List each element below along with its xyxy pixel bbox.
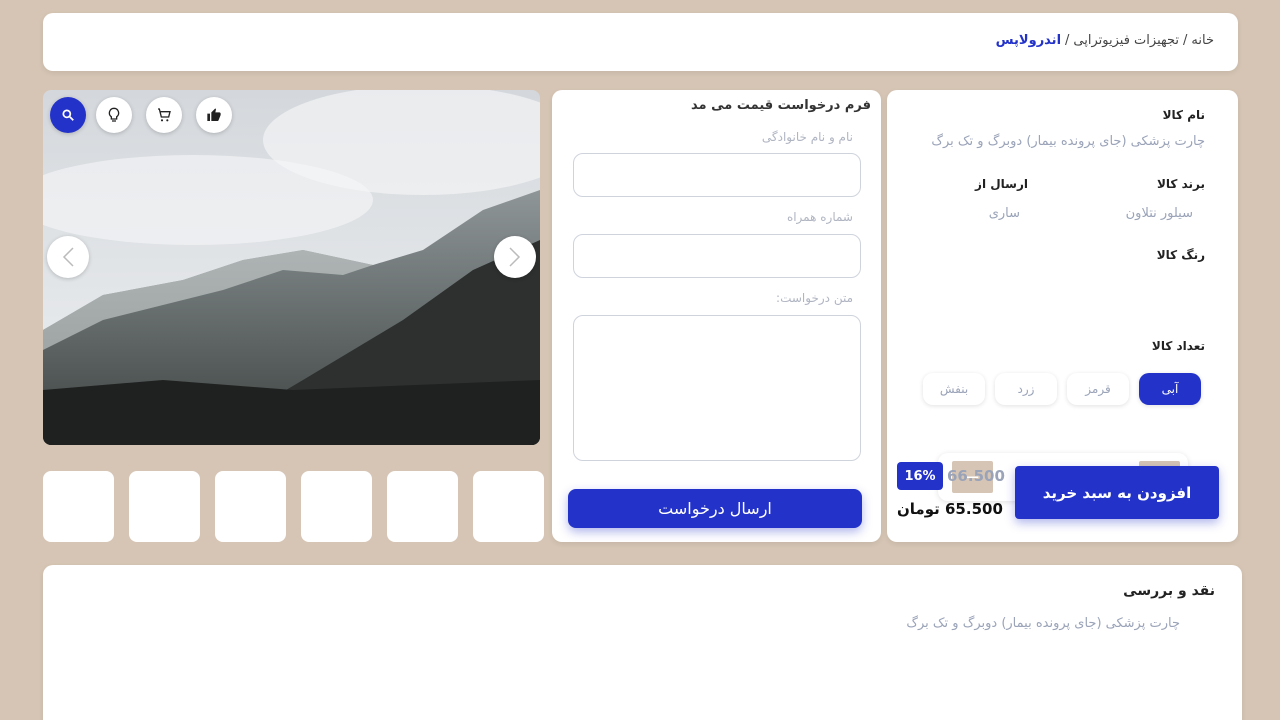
quantity-label: تعداد کالا (1151, 339, 1205, 353)
color-option-red[interactable]: قرمز (1067, 373, 1129, 405)
color-option-yellow[interactable]: زرد (995, 373, 1057, 405)
thumbnail[interactable] (215, 471, 286, 542)
idea-button[interactable] (96, 97, 132, 133)
submit-request-button[interactable]: ارسال درخواست (568, 489, 862, 528)
prev-image-button[interactable] (47, 236, 89, 278)
message-field-label: متن درخواست: (776, 291, 853, 305)
breadcrumb-bar: خانه / تجهیزات فیزیوتراپی / اندرولاپس (43, 13, 1238, 71)
thumbnail[interactable] (129, 471, 200, 542)
lightbulb-icon (108, 107, 120, 122)
thumbnail[interactable] (473, 471, 544, 542)
product-image-panel (43, 90, 540, 445)
ship-from-value: ساری (988, 206, 1020, 221)
breadcrumb: خانه / تجهیزات فیزیوتراپی / اندرولاپس (996, 33, 1214, 48)
old-price: 66.500 (947, 467, 1005, 485)
breadcrumb-category[interactable]: تجهیزات فیزیوتراپی (1073, 33, 1179, 48)
thumbs-up-icon (207, 108, 221, 121)
phone-field[interactable] (573, 234, 861, 278)
thumbnail[interactable] (43, 471, 114, 542)
discount-badge: 16% (897, 462, 943, 490)
product-image (43, 90, 540, 445)
brand-label: برند کالا (1156, 177, 1205, 191)
review-text: چارت پزشکی (جای پرونده بیمار) دوبرگ و تک… (906, 616, 1180, 631)
current-price: 65.500 تومان (897, 500, 1003, 518)
form-title: فرم درخواست قیمت می مد (691, 98, 871, 113)
zoom-button[interactable] (50, 97, 86, 133)
chevron-left-icon (62, 247, 74, 267)
thumbs-up-button[interactable] (196, 97, 232, 133)
color-options: آبی قرمز زرد بنفش (923, 373, 1201, 405)
color-option-purple[interactable]: بنفش (923, 373, 985, 405)
cart-icon (158, 108, 171, 122)
message-textarea[interactable] (573, 315, 861, 461)
name-field[interactable] (573, 153, 861, 197)
color-option-blue[interactable]: آبی (1139, 373, 1201, 405)
next-image-button[interactable] (494, 236, 536, 278)
brand-value: سیلور نتلاون (1125, 206, 1193, 221)
breadcrumb-current[interactable]: اندرولاپس (996, 33, 1061, 48)
currency-label: تومان (897, 500, 940, 518)
ship-from-label: ارسال از (975, 177, 1028, 191)
thumbnail[interactable] (387, 471, 458, 542)
add-to-cart-icon-button[interactable] (146, 97, 182, 133)
breadcrumb-separator: / (1065, 33, 1070, 48)
color-label: رنگ کالا (1156, 248, 1205, 262)
current-price-value: 65.500 (945, 500, 1003, 518)
product-name-value: چارت پزشکی (جای پرونده بیمار) دوبرگ و تک… (931, 134, 1205, 149)
phone-field-label: شماره همراه (786, 210, 853, 224)
product-name-label: نام کالا (1162, 108, 1205, 122)
product-info-card: نام کالا چارت پزشکی (جای پرونده بیمار) د… (887, 90, 1238, 542)
breadcrumb-home[interactable]: خانه (1191, 33, 1214, 48)
review-section: نقد و بررسی چارت پزشکی (جای پرونده بیمار… (43, 565, 1242, 720)
search-icon (62, 109, 74, 121)
price-request-form: فرم درخواست قیمت می مد نام و نام خانوادگ… (552, 90, 881, 542)
name-field-label: نام و نام خانوادگی (761, 130, 853, 144)
add-to-cart-button[interactable]: افزودن به سبد خرید (1015, 466, 1219, 519)
breadcrumb-separator: / (1183, 33, 1188, 48)
review-title: نقد و بررسی (1123, 583, 1215, 599)
chevron-right-icon (509, 247, 521, 267)
thumbnail[interactable] (301, 471, 372, 542)
